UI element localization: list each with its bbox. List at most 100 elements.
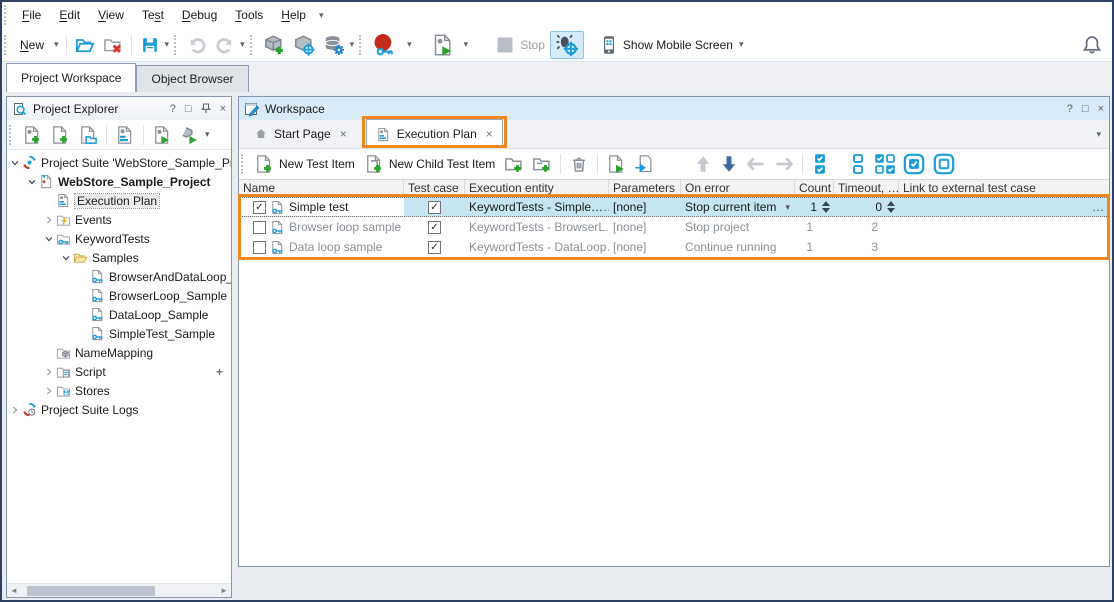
- count-value[interactable]: 1: [806, 240, 813, 254]
- tree-item-browserloop[interactable]: BrowserLoop_Sample: [7, 286, 231, 305]
- new-test-item-button[interactable]: New Test Item: [250, 151, 360, 177]
- new-child-test-item-button[interactable]: New Child Test Item: [360, 151, 500, 177]
- timeout-value[interactable]: 2: [871, 220, 878, 234]
- move-left-button[interactable]: [742, 151, 770, 177]
- column-header-link[interactable]: Link to external test case: [899, 180, 1109, 196]
- workspace-header[interactable]: Workspace ? □ ×: [239, 97, 1109, 120]
- column-header-name[interactable]: Name: [239, 180, 404, 196]
- toolbar-grip[interactable]: [241, 154, 246, 174]
- row-enabled-checkbox[interactable]: [253, 221, 266, 234]
- on-error-dropdown-icon[interactable]: ▾: [785, 202, 791, 213]
- menu-help[interactable]: Help: [272, 4, 315, 26]
- timeout-spinner[interactable]: [886, 201, 895, 213]
- chevron-down-icon[interactable]: ▾: [240, 39, 245, 50]
- stop-button[interactable]: Stop: [491, 31, 550, 59]
- chevron-right-icon[interactable]: [41, 367, 56, 377]
- test-case-checkbox[interactable]: ✓: [428, 241, 441, 254]
- tab-object-browser[interactable]: Object Browser: [136, 65, 248, 92]
- panel-close-icon[interactable]: ×: [220, 103, 226, 115]
- add-object-button[interactable]: [259, 31, 289, 59]
- invert-checks-button[interactable]: [871, 151, 899, 177]
- table-row[interactable]: Data loop sample ✓ KeywordTests - DataLo…: [239, 237, 1109, 257]
- toolbar-grip[interactable]: [9, 125, 14, 145]
- menu-view[interactable]: View: [89, 4, 133, 26]
- chevron-right-icon[interactable]: [41, 215, 56, 225]
- count-value[interactable]: 1: [810, 200, 817, 214]
- tree-item-keywordtests[interactable]: KeywordTests: [7, 229, 231, 248]
- toolbar-grip[interactable]: [4, 5, 9, 25]
- panel-help-icon[interactable]: ?: [170, 103, 176, 115]
- tree-item-simpletest[interactable]: SimpleTest_Sample: [7, 324, 231, 343]
- check-selected-button[interactable]: [899, 151, 929, 177]
- row-enabled-checkbox[interactable]: [253, 241, 266, 254]
- parameters-value[interactable]: [none]: [609, 217, 681, 237]
- check-all-button[interactable]: [807, 151, 833, 177]
- project-explorer-header[interactable]: Project Explorer ? □ ×: [7, 97, 231, 120]
- delete-button[interactable]: [565, 151, 593, 177]
- move-down-button[interactable]: [716, 151, 742, 177]
- tab-start-page[interactable]: Start Page ×: [245, 119, 356, 148]
- on-error-value[interactable]: Stop project: [681, 217, 795, 237]
- tab-project-workspace[interactable]: Project Workspace: [6, 63, 136, 92]
- count-spinner[interactable]: [821, 201, 830, 213]
- column-header-timeout[interactable]: Timeout, …: [834, 180, 899, 196]
- open-project-button[interactable]: [71, 31, 99, 59]
- close-project-button[interactable]: [99, 31, 127, 59]
- chevron-down-icon[interactable]: [7, 158, 22, 168]
- parameters-value[interactable]: [none]: [609, 198, 681, 216]
- tree-item-stores[interactable]: Stores: [7, 381, 231, 400]
- toolbar-grip[interactable]: [359, 35, 364, 55]
- new-button[interactable]: New ▾: [13, 31, 62, 59]
- run-project-suite-button[interactable]: ▾: [176, 122, 213, 148]
- menu-tools[interactable]: Tools: [226, 4, 272, 26]
- row-enabled-checkbox[interactable]: ✓: [253, 201, 266, 214]
- add-existing-item-button[interactable]: [74, 122, 102, 148]
- table-row[interactable]: ✓ Simple test ✓ KeywordTests - Simple…… …: [239, 197, 1109, 217]
- execution-entity-value[interactable]: KeywordTests - DataLoop…: [465, 237, 609, 257]
- scrollbar-thumb[interactable]: [27, 586, 155, 596]
- horizontal-scrollbar[interactable]: ◄ ►: [7, 583, 231, 597]
- test-case-checkbox[interactable]: ✓: [428, 221, 441, 234]
- test-item-name[interactable]: Browser loop sample: [289, 220, 401, 234]
- test-case-checkbox[interactable]: ✓: [428, 201, 441, 214]
- uncheck-selected-button[interactable]: [929, 151, 959, 177]
- uncheck-all-button[interactable]: [845, 151, 871, 177]
- chevron-down-icon[interactable]: [41, 234, 56, 244]
- test-item-name[interactable]: Simple test: [289, 200, 348, 214]
- execution-entity-value[interactable]: KeywordTests - BrowserL…: [465, 217, 609, 237]
- run-focused-item-button[interactable]: [602, 151, 630, 177]
- tree-item-samples[interactable]: Samples: [7, 248, 231, 267]
- menu-file[interactable]: File: [13, 4, 50, 26]
- timeout-value[interactable]: 3: [871, 240, 878, 254]
- chevron-down-icon[interactable]: [24, 177, 39, 187]
- organize-execution-plan-button[interactable]: [111, 122, 139, 148]
- add-new-project-button[interactable]: [18, 122, 46, 148]
- new-child-group-button[interactable]: [528, 151, 556, 177]
- tree-item-execution-plan[interactable]: Execution Plan: [7, 191, 231, 210]
- chevron-down-icon[interactable]: ▾: [464, 39, 469, 50]
- run-selected-items-button[interactable]: [630, 151, 658, 177]
- move-right-button[interactable]: [770, 151, 798, 177]
- move-up-button[interactable]: [690, 151, 716, 177]
- toolbar-grip[interactable]: [4, 35, 9, 55]
- tree-item-project[interactable]: WebStore_Sample_Project: [7, 172, 231, 191]
- undo-button[interactable]: [183, 31, 211, 59]
- test-item-name[interactable]: Data loop sample: [289, 240, 382, 254]
- tree-item-dataloop[interactable]: DataLoop_Sample: [7, 305, 231, 324]
- chevron-down-icon[interactable]: ▾: [739, 39, 744, 50]
- tab-execution-plan[interactable]: Execution Plan ×: [366, 119, 503, 148]
- chevron-right-icon[interactable]: [7, 405, 22, 415]
- chevron-down-icon[interactable]: ▾: [407, 39, 412, 50]
- chevron-down-icon[interactable]: ▾: [350, 39, 355, 50]
- tree-item-namemapping[interactable]: NameMapping: [7, 343, 231, 362]
- menu-overflow-icon[interactable]: ▾: [319, 10, 324, 21]
- toolbar-grip[interactable]: [174, 35, 179, 55]
- object-spy-button[interactable]: [289, 31, 319, 59]
- scroll-right-icon[interactable]: ►: [217, 586, 231, 595]
- column-header-parameters[interactable]: Parameters: [609, 180, 681, 196]
- panel-maximize-icon[interactable]: □: [185, 103, 192, 115]
- add-script-unit-button[interactable]: +: [216, 365, 223, 379]
- show-mobile-screen-button[interactable]: Show Mobile Screen▾: [596, 31, 747, 59]
- chevron-right-icon[interactable]: [41, 386, 56, 396]
- new-group-button[interactable]: [500, 151, 528, 177]
